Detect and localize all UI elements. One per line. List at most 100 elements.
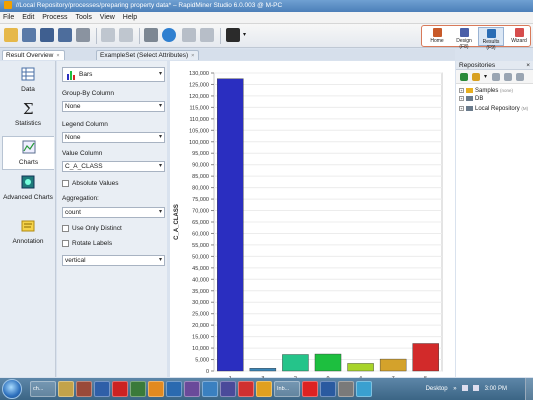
stop-icon[interactable] [200, 28, 214, 42]
tab-exampleset[interactable]: ExampleSet (Select Attributes) × [96, 50, 200, 60]
taskbar-app-icon[interactable] [338, 381, 354, 397]
y-tick-label: 70,000 [192, 209, 209, 215]
open-icon[interactable] [504, 73, 512, 81]
perspective-design[interactable]: Design (F8) [451, 27, 477, 50]
taskbar-item[interactable]: ch... [30, 381, 56, 397]
close-tab-icon[interactable]: × [56, 53, 59, 59]
menu-view[interactable]: View [97, 12, 118, 24]
bar-7 [379, 358, 407, 372]
menu-edit[interactable]: Edit [19, 12, 37, 24]
expand-icon[interactable]: + [459, 105, 464, 111]
repositories-panel-tab[interactable]: Repositories × [456, 61, 533, 70]
chevron-down-icon: ▾ [158, 257, 162, 263]
nav-annotation[interactable]: Annotation [2, 219, 54, 245]
y-tick-label: 120,000 [189, 94, 209, 100]
perspective-results[interactable]: Results (F9) [478, 27, 504, 51]
close-panel-icon[interactable]: × [526, 61, 530, 70]
close-tab-icon[interactable]: × [191, 53, 194, 59]
refresh-icon[interactable] [492, 73, 500, 81]
new-process-icon[interactable] [4, 28, 18, 42]
bar-4 [347, 363, 374, 372]
add-repository-icon[interactable] [460, 73, 468, 81]
repository-tree: + Samples (none) + DB + Local Repository (M… [456, 84, 533, 377]
save-icon[interactable] [40, 28, 54, 42]
console-dropdown-arrow-icon[interactable]: ▾ [243, 31, 246, 38]
taskbar-app-icon[interactable] [302, 381, 318, 397]
chart-type-select[interactable]: Bars ▾ [62, 67, 165, 82]
open-process-icon[interactable] [22, 28, 36, 42]
taskbar-app-icon[interactable] [320, 381, 336, 397]
chevron-down-icon[interactable]: ▾ [484, 73, 487, 80]
group-by-select[interactable]: None ▾ [62, 101, 165, 112]
repository-toolbar: ▾ [456, 70, 533, 84]
taskbar-app-icon[interactable] [58, 381, 74, 397]
taskbar-app-icon[interactable] [130, 381, 146, 397]
taskbar-app-icon[interactable] [202, 381, 218, 397]
menu-process[interactable]: Process [39, 12, 70, 24]
taskbar-app-icon[interactable] [184, 381, 200, 397]
repo-item-samples[interactable]: + Samples (none) [459, 86, 513, 95]
delete-icon[interactable] [516, 73, 524, 81]
menu-bar: File Edit Process Tools View Help [0, 12, 533, 24]
expand-icon[interactable]: + [459, 95, 464, 101]
orientation-select[interactable]: vertical ▾ [62, 255, 165, 266]
expand-icon[interactable]: + [459, 87, 464, 93]
toolbar-separator [220, 28, 221, 44]
perspective-wizard[interactable]: Wizard [506, 27, 532, 46]
folder-icon [466, 87, 473, 93]
taskbar-app-icon[interactable] [112, 381, 128, 397]
redo-icon[interactable] [119, 28, 133, 42]
step-icon[interactable] [144, 28, 158, 42]
console-icon[interactable] [226, 28, 240, 42]
taskbar-app-icon[interactable] [238, 381, 254, 397]
volume-icon[interactable] [472, 385, 479, 392]
nav-statistics[interactable]: Σ Statistics [2, 100, 54, 127]
taskbar-app-icon[interactable] [220, 381, 236, 397]
sigma-icon: Σ [23, 100, 34, 118]
value-column-select[interactable]: C_A_CLASS ▾ [62, 161, 165, 172]
use-only-distinct-checkbox[interactable]: Use Only Distinct [62, 225, 122, 233]
menu-file[interactable]: File [0, 12, 17, 24]
network-icon[interactable] [462, 385, 469, 392]
rotate-labels-checkbox[interactable]: Rotate Labels [62, 240, 112, 248]
y-tick-label: 90,000 [192, 163, 209, 169]
y-tick-label: 85,000 [192, 174, 209, 180]
legend-column-select[interactable]: None ▾ [62, 132, 165, 143]
taskbar-app-icon[interactable] [148, 381, 164, 397]
tab-result-overview[interactable]: Result Overview × [2, 50, 65, 60]
perspective-home[interactable]: Home [424, 27, 450, 46]
design-icon [459, 28, 469, 37]
import-icon[interactable] [76, 28, 90, 42]
clock[interactable]: 3:00 PM [485, 386, 507, 392]
y-tick-label: 115,000 [190, 105, 209, 111]
pause-icon[interactable] [182, 28, 196, 42]
undo-icon[interactable] [101, 28, 115, 42]
os-taskbar: ch... Inb... Desktop » 3:00 PM [0, 378, 533, 400]
import-icon[interactable] [472, 73, 480, 81]
repo-item-db[interactable]: + DB [459, 95, 483, 104]
show-desktop-button[interactable] [525, 378, 533, 400]
taskbar-app-icon[interactable] [94, 381, 110, 397]
aggregation-select[interactable]: count ▾ [62, 207, 165, 218]
y-tick-label: 110,000 [190, 117, 209, 123]
y-tick-label: 35,000 [192, 289, 209, 295]
taskbar-app-icon[interactable] [356, 381, 372, 397]
nav-advanced-charts[interactable]: Advanced Charts [2, 175, 54, 201]
chevron-down-icon: ▾ [158, 134, 162, 140]
nav-charts[interactable]: Charts [2, 136, 54, 170]
y-tick-label: 25,000 [192, 312, 209, 318]
start-button-icon[interactable] [2, 379, 22, 399]
nav-data[interactable]: Data [2, 67, 54, 93]
run-icon[interactable] [162, 28, 176, 42]
menu-tools[interactable]: Tools [73, 12, 95, 24]
save-as-icon[interactable] [58, 28, 72, 42]
repo-item-local-repository[interactable]: + Local Repository (M) [459, 104, 528, 113]
taskbar-app-icon[interactable] [76, 381, 92, 397]
taskbar-app-icon[interactable] [166, 381, 182, 397]
menu-help[interactable]: Help [120, 12, 140, 24]
desktop-toolbar-label[interactable]: Desktop [426, 386, 448, 392]
absolute-values-checkbox[interactable]: Absolute Values [62, 180, 119, 188]
taskbar-item-inbox[interactable]: Inb... [274, 381, 300, 397]
taskbar-app-icon[interactable] [256, 381, 272, 397]
tray-arrow-icon[interactable]: » [453, 386, 456, 392]
